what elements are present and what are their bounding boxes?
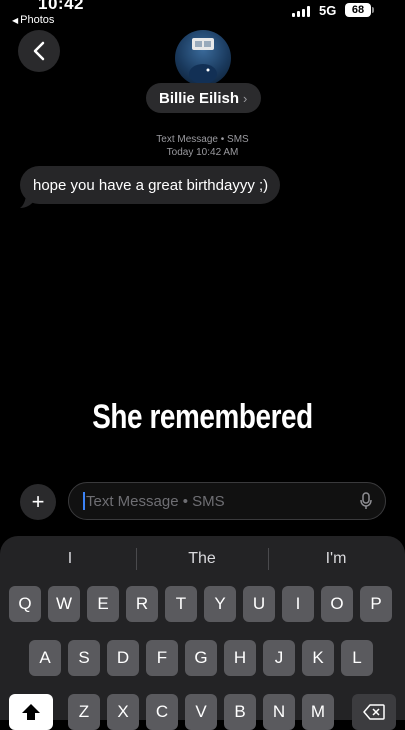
key-p[interactable]: P <box>360 586 392 622</box>
chevron-left-icon <box>33 41 45 61</box>
battery-icon: 68 <box>345 3 371 17</box>
service-label: Text Message • SMS <box>156 134 249 145</box>
key-a[interactable]: A <box>29 640 61 676</box>
key-m[interactable]: M <box>302 694 334 730</box>
key-k[interactable]: K <box>302 640 334 676</box>
suggestion-1[interactable]: I <box>10 550 130 568</box>
key-e[interactable]: E <box>87 586 119 622</box>
key-q[interactable]: Q <box>9 586 41 622</box>
contact-avatar[interactable] <box>175 30 231 86</box>
suggestion-divider <box>136 548 137 570</box>
shift-key[interactable] <box>9 694 53 730</box>
overlay-caption: She remembered <box>92 398 313 436</box>
key-r[interactable]: R <box>126 586 158 622</box>
shift-arrow-icon <box>22 704 40 720</box>
message-bubble-incoming[interactable]: hope you have a great birthdayyy ;) <box>20 166 281 204</box>
message-text: hope you have a great birthdayyy ;) <box>33 176 269 194</box>
key-w[interactable]: W <box>48 586 80 622</box>
key-z[interactable]: Z <box>68 694 100 730</box>
contact-name: Billie Eilish <box>159 89 240 107</box>
backspace-key[interactable] <box>352 694 396 730</box>
key-y[interactable]: Y <box>204 586 236 622</box>
key-h[interactable]: H <box>224 640 256 676</box>
key-s[interactable]: S <box>68 640 100 676</box>
battery-nub <box>372 7 374 13</box>
key-g[interactable]: G <box>185 640 217 676</box>
key-u[interactable]: U <box>243 586 275 622</box>
chevron-right-icon: › <box>243 90 248 106</box>
text-caret <box>83 492 85 510</box>
key-n[interactable]: N <box>263 694 295 730</box>
plus-button[interactable]: + <box>20 484 56 520</box>
signal-icon <box>292 6 312 17</box>
key-o[interactable]: O <box>321 586 353 622</box>
message-input[interactable]: Text Message • SMS <box>68 482 386 520</box>
key-f[interactable]: F <box>146 640 178 676</box>
key-v[interactable]: V <box>185 694 217 730</box>
backspace-icon <box>363 704 385 720</box>
microphone-icon[interactable] <box>359 492 373 510</box>
network-type: 5G <box>319 3 337 18</box>
key-b[interactable]: B <box>224 694 256 730</box>
message-input-placeholder: Text Message • SMS <box>86 492 225 510</box>
key-t[interactable]: T <box>165 586 197 622</box>
back-triangle-icon: ◀ <box>12 15 19 25</box>
suggestion-2[interactable]: The <box>142 550 262 568</box>
message-timestamp: Today 10:42 AM <box>166 147 239 158</box>
key-c[interactable]: C <box>146 694 178 730</box>
suggestion-divider <box>268 548 269 570</box>
key-j[interactable]: J <box>263 640 295 676</box>
avatar-image <box>189 38 217 84</box>
back-to-app-link[interactable]: ◀ Photos <box>12 14 54 26</box>
key-d[interactable]: D <box>107 640 139 676</box>
keyboard: I The I'm Q W E R T Y U I O P A S D F G … <box>0 536 405 730</box>
status-time: 10:42 <box>38 0 84 13</box>
key-x[interactable]: X <box>107 694 139 730</box>
key-l[interactable]: L <box>341 640 373 676</box>
back-button[interactable] <box>18 30 60 72</box>
contact-name-button[interactable]: Billie Eilish › <box>146 83 262 113</box>
key-i[interactable]: I <box>282 586 314 622</box>
suggestion-3[interactable]: I'm <box>276 550 396 568</box>
back-app-label: Photos <box>20 14 55 26</box>
